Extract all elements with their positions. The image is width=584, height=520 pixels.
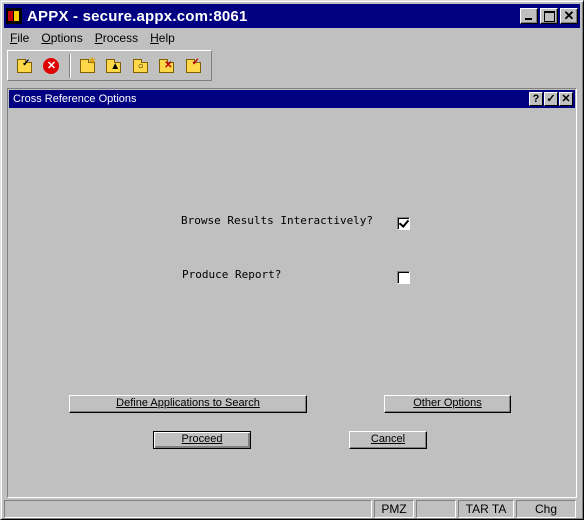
check-mark: ✓ [191, 56, 200, 68]
window-title: APPX - secure.appx.com:8061 [27, 7, 248, 25]
report-checkbox[interactable] [397, 271, 410, 284]
x-mark: ✕ [164, 59, 173, 71]
menu-options[interactable]: Options [35, 29, 88, 47]
dialog-controls: ? ✓ ✕ [528, 92, 573, 106]
stop-circle: ✕ [43, 57, 60, 74]
browse-checkbox[interactable] [397, 217, 410, 230]
dialog-close-button[interactable]: ✕ [559, 92, 573, 106]
toolbar: ✓ ✕ ✶ ▲ ○ ✕ ✓ [7, 50, 212, 81]
help-button[interactable]: ? [529, 92, 543, 106]
folder-x-icon[interactable]: ✕ [158, 57, 175, 75]
dialog-title: Cross Reference Options [13, 93, 137, 105]
status-tar: TAR TA [458, 500, 514, 518]
check-mark: ✓ [22, 57, 31, 69]
title-bar[interactable]: APPX - secure.appx.com:8061 ✕ [4, 4, 580, 28]
star-mark: ✶ [87, 55, 97, 67]
up-mark: ▲ [110, 60, 121, 72]
browse-label: Browse Results Interactively? [181, 214, 374, 227]
check-folder-icon[interactable]: ✓ [16, 57, 33, 75]
menu-file[interactable]: File [4, 29, 35, 47]
stop-icon[interactable]: ✕ [42, 57, 60, 75]
folder-check-icon[interactable]: ✓ [185, 57, 202, 75]
appx-logo-icon[interactable] [6, 8, 22, 24]
status-chg: Chg [516, 500, 576, 518]
menu-help[interactable]: Help [144, 29, 181, 47]
close-icon: ✕ [563, 8, 575, 23]
folder-star-icon[interactable]: ✶ [79, 55, 97, 75]
proceed-button[interactable]: Proceed [153, 431, 251, 449]
report-label: Produce Report? [182, 268, 282, 281]
status-message [4, 500, 372, 518]
search-mark: ○ [137, 60, 144, 72]
close-button[interactable]: ✕ [560, 8, 578, 24]
define-applications-button[interactable]: Define Applications to Search [69, 395, 307, 413]
minimize-button[interactable] [520, 8, 538, 24]
menu-bar: File Options Process Help [4, 29, 181, 47]
cancel-button[interactable]: Cancel [349, 431, 427, 449]
folder-up-icon[interactable]: ▲ [105, 57, 122, 75]
status-bar: PMZ TAR TA Chg [4, 500, 580, 518]
folder-search-icon[interactable]: ○ [132, 57, 149, 75]
dialog-title-bar: Cross Reference Options ? ✓ ✕ [9, 90, 575, 108]
other-options-button[interactable]: Other Options [384, 395, 511, 413]
maximize-button[interactable] [540, 8, 558, 24]
dialog-area: Cross Reference Options ? ✓ ✕ Browse Res… [7, 88, 577, 498]
window-controls: ✕ [518, 8, 578, 24]
menu-process[interactable]: Process [89, 29, 144, 47]
app-window: APPX - secure.appx.com:8061 ✕ File Optio… [0, 0, 584, 520]
status-pmz: PMZ [374, 500, 414, 518]
ok-button[interactable]: ✓ [544, 92, 558, 106]
status-empty [416, 500, 456, 518]
toolbar-separator [68, 53, 71, 78]
